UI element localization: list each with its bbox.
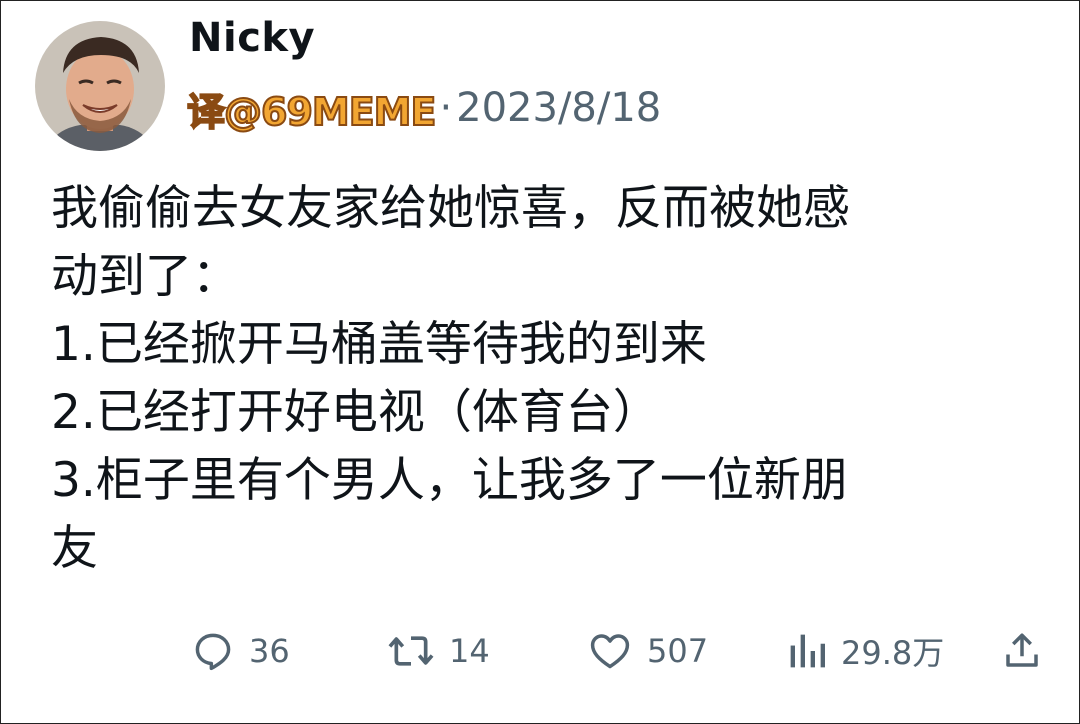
tweet-meta: 译@69MEME · 2023/8/18 (186, 83, 661, 135)
tweet-date[interactable]: 2023/8/18 (456, 85, 661, 131)
tweet-text: 我偷偷去女友家给她惊喜，反而被她感 动到了： 1.已经掀开马桶盖等待我的到来 2… (51, 175, 1061, 583)
tweet-text-line: 2.已经打开好电视（体育台） (51, 385, 660, 440)
watermark: 译@69MEME (186, 89, 437, 135)
tweet-text-line: 我偷偷去女友家给她惊喜，反而被她感 (51, 181, 850, 236)
like-button[interactable]: 507 (587, 621, 708, 681)
views-count: 29.8万 (841, 634, 945, 672)
reply-icon (191, 629, 235, 673)
action-bar: 36 14 507 29.8万 (1, 621, 1080, 681)
avatar[interactable] (35, 21, 165, 151)
reply-count: 36 (249, 632, 290, 670)
share-icon (1001, 629, 1043, 673)
heart-icon (587, 629, 633, 673)
tweet-text-line: 友 (51, 521, 98, 576)
share-button[interactable] (1001, 621, 1043, 681)
tweet-text-line: 1.已经掀开马桶盖等待我的到来 (51, 317, 707, 372)
views-button[interactable]: 29.8万 (787, 621, 944, 681)
author-name[interactable]: Nicky (189, 15, 315, 61)
reply-button[interactable]: 36 (191, 621, 290, 681)
retweet-count: 14 (449, 632, 490, 670)
views-icon (787, 629, 827, 673)
tweet-text-line: 动到了： (51, 249, 239, 304)
tweet-card: Nicky 译@69MEME · 2023/8/18 我偷偷去女友家给她惊喜，反… (0, 0, 1080, 724)
retweet-icon (387, 629, 435, 673)
tweet-text-line: 3.柜子里有个男人，让我多了一位新朋 (51, 453, 848, 508)
like-count: 507 (647, 632, 709, 670)
meta-separator: · (439, 85, 453, 131)
retweet-button[interactable]: 14 (387, 621, 490, 681)
